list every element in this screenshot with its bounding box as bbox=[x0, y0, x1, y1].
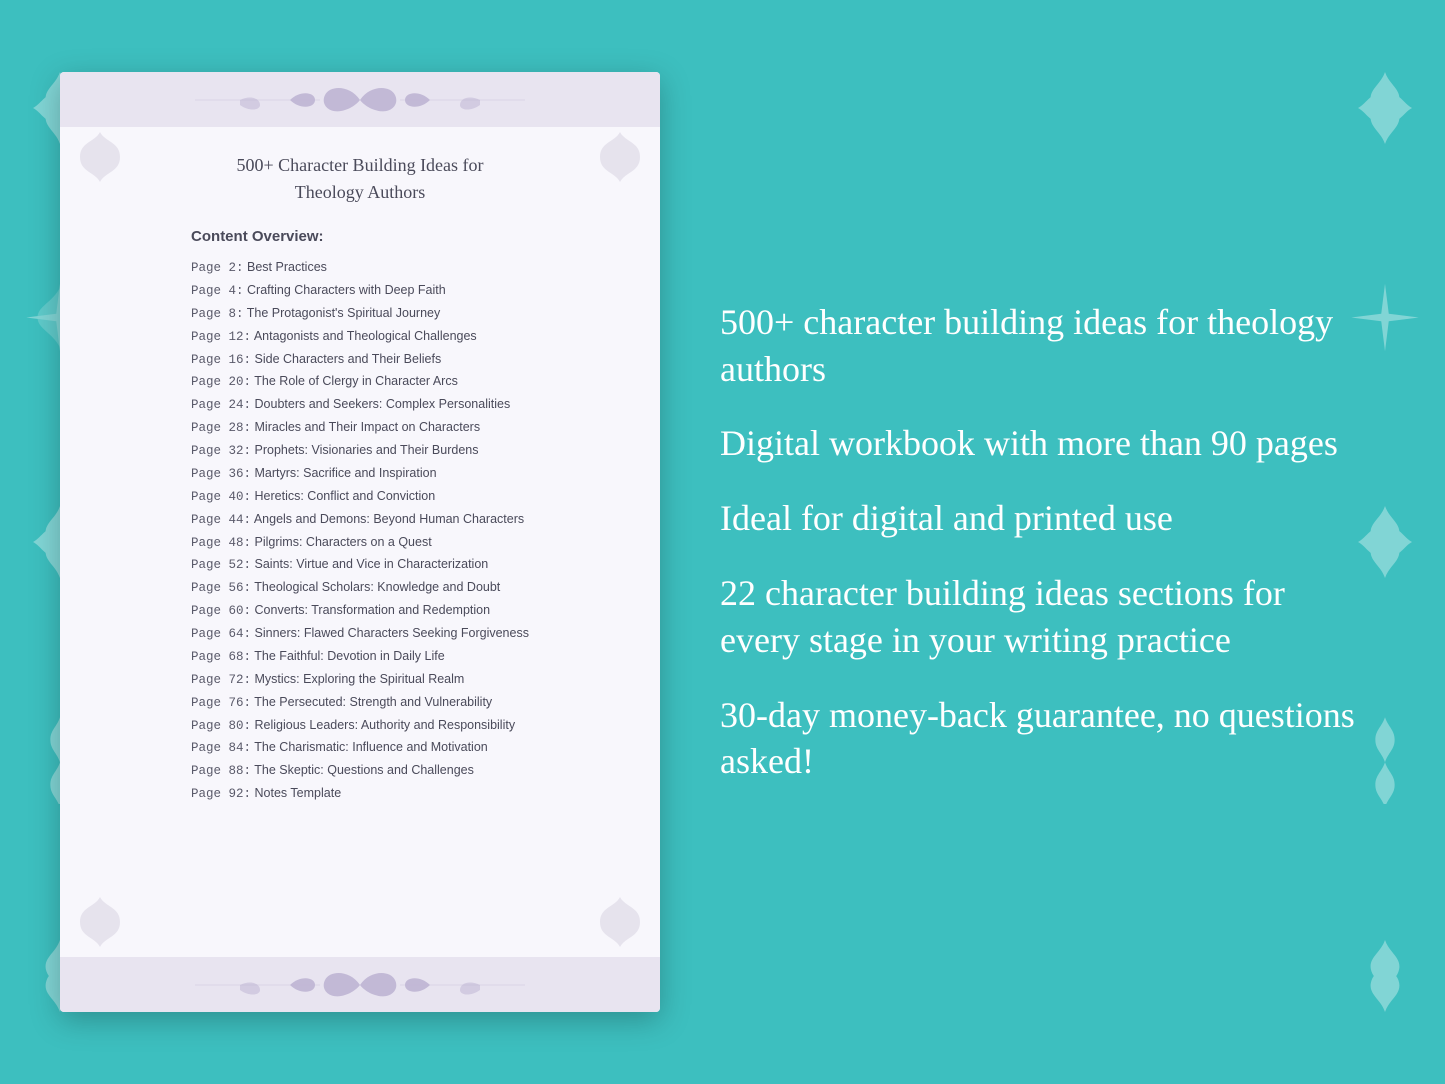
corner-bl-decoration bbox=[70, 892, 130, 957]
doc-bottom-border bbox=[60, 957, 660, 1012]
toc-item: Page 4: Crafting Characters with Deep Fa… bbox=[191, 280, 529, 303]
toc-item: Page 24: Doubters and Seekers: Complex P… bbox=[191, 394, 529, 417]
main-container: 500+ Character Building Ideas for Theolo… bbox=[0, 0, 1445, 1084]
doc-content: 500+ Character Building Ideas for Theolo… bbox=[131, 127, 589, 957]
toc-item: Page 84: The Charismatic: Influence and … bbox=[191, 737, 529, 760]
content-overview-label: Content Overview: bbox=[191, 228, 529, 245]
toc-item: Page 56: Theological Scholars: Knowledge… bbox=[191, 577, 529, 600]
feature-text-3: 22 character building ideas sections for… bbox=[720, 570, 1365, 664]
text-panel: 500+ character building ideas for theolo… bbox=[710, 299, 1365, 785]
document-card: 500+ Character Building Ideas for Theolo… bbox=[60, 72, 660, 1012]
toc-item: Page 72: Mystics: Exploring the Spiritua… bbox=[191, 669, 529, 692]
corner-br-decoration bbox=[590, 892, 650, 957]
toc-item: Page 2: Best Practices bbox=[191, 257, 529, 280]
feature-text-0: 500+ character building ideas for theolo… bbox=[720, 299, 1365, 393]
toc-item: Page 48: Pilgrims: Characters on a Quest bbox=[191, 532, 529, 555]
toc-list: Page 2: Best PracticesPage 4: Crafting C… bbox=[191, 257, 529, 806]
feature-text-2: Ideal for digital and printed use bbox=[720, 495, 1365, 542]
toc-item: Page 8: The Protagonist's Spiritual Jour… bbox=[191, 303, 529, 326]
toc-item: Page 12: Antagonists and Theological Cha… bbox=[191, 326, 529, 349]
doc-title: 500+ Character Building Ideas for Theolo… bbox=[191, 152, 529, 206]
toc-item: Page 88: The Skeptic: Questions and Chal… bbox=[191, 760, 529, 783]
doc-top-border bbox=[60, 72, 660, 127]
toc-item: Page 16: Side Characters and Their Belie… bbox=[191, 349, 529, 372]
toc-item: Page 76: The Persecuted: Strength and Vu… bbox=[191, 692, 529, 715]
toc-item: Page 40: Heretics: Conflict and Convicti… bbox=[191, 486, 529, 509]
toc-item: Page 20: The Role of Clergy in Character… bbox=[191, 371, 529, 394]
corner-tl-decoration bbox=[70, 127, 130, 192]
corner-tr-decoration bbox=[590, 127, 650, 192]
feature-text-1: Digital workbook with more than 90 pages bbox=[720, 420, 1365, 467]
toc-item: Page 44: Angels and Demons: Beyond Human… bbox=[191, 509, 529, 532]
toc-item: Page 32: Prophets: Visionaries and Their… bbox=[191, 440, 529, 463]
toc-item: Page 92: Notes Template bbox=[191, 783, 529, 806]
toc-item: Page 64: Sinners: Flawed Characters Seek… bbox=[191, 623, 529, 646]
toc-item: Page 68: The Faithful: Devotion in Daily… bbox=[191, 646, 529, 669]
toc-item: Page 60: Converts: Transformation and Re… bbox=[191, 600, 529, 623]
toc-item: Page 52: Saints: Virtue and Vice in Char… bbox=[191, 554, 529, 577]
feature-text-4: 30-day money-back guarantee, no question… bbox=[720, 692, 1365, 786]
toc-item: Page 28: Miracles and Their Impact on Ch… bbox=[191, 417, 529, 440]
toc-item: Page 80: Religious Leaders: Authority an… bbox=[191, 715, 529, 738]
toc-item: Page 36: Martyrs: Sacrifice and Inspirat… bbox=[191, 463, 529, 486]
